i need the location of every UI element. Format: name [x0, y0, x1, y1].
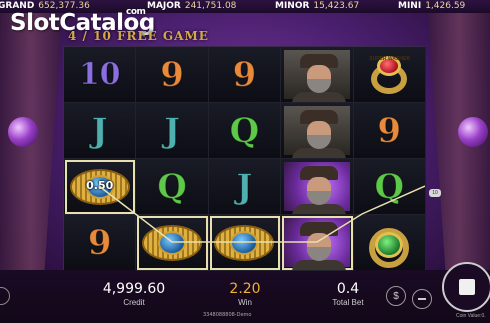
win-line-badge: 10: [429, 189, 441, 197]
reel-cell: [281, 159, 354, 215]
reel-cell: Q: [136, 159, 209, 215]
reel-cell: [281, 215, 354, 271]
reel-cell: [136, 215, 209, 271]
reel-cell: SUPER WASHER: [353, 47, 426, 103]
reel-cell: 9: [208, 47, 282, 103]
win-display: 2.20 Win: [229, 281, 261, 307]
right-pillar-decoration: [428, 12, 490, 287]
left-orb-decoration: [8, 117, 38, 147]
reel-cell: J: [208, 159, 282, 215]
ruby-ring-symbol: SUPER WASHER: [363, 52, 415, 98]
symbol-j: J: [91, 110, 108, 151]
reel-cell: [281, 103, 354, 159]
bracelet-coin-symbol: 0.50: [69, 168, 130, 205]
reel-grid: 10 9 9 SUPER WASHER J J Q 9 0.50 Q J Q 9: [63, 46, 426, 271]
reel-cell: 10: [64, 47, 137, 103]
symbol-q: Q: [374, 166, 405, 207]
jackpot-mini: MINI 1,426.59: [398, 1, 466, 11]
stop-icon: [459, 279, 475, 295]
reel-cell: Q: [353, 159, 426, 215]
minus-icon: [418, 298, 426, 300]
reel-cell: J: [64, 103, 137, 159]
reel-cell: 9: [136, 47, 209, 103]
emerald-ring-symbol: [363, 220, 415, 268]
decrease-bet-button[interactable]: [412, 289, 432, 309]
left-pillar-decoration: [0, 12, 62, 287]
symbol-9: 9: [87, 222, 112, 263]
coins-icon: $: [393, 290, 399, 302]
coin-value-text: 0.50: [86, 178, 114, 192]
coin-value-label: Coin Value:0.: [456, 313, 486, 319]
symbol-q: Q: [157, 166, 188, 207]
reel-cell: [281, 47, 354, 103]
jackpot-minor: MINOR 15,423.67: [275, 1, 360, 11]
symbol-9: 9: [232, 54, 257, 95]
symbol-q: Q: [229, 110, 260, 151]
symbol-j: J: [236, 166, 253, 207]
explorer-symbol: [284, 162, 350, 214]
credit-display: 4,999.60 Credit: [102, 281, 166, 307]
bracelet-coin-symbol: [214, 224, 275, 261]
reel-cell: 9: [353, 103, 426, 159]
explorer-symbol: [284, 50, 350, 102]
right-orb-decoration: [458, 117, 488, 147]
symbol-j: J: [164, 110, 181, 151]
symbol-9: 9: [377, 110, 402, 151]
symbol-9: 9: [160, 54, 185, 95]
jackpot-major: MAJOR 241,751.08: [147, 1, 237, 11]
total-bet-display: 0.4 Total Bet: [332, 281, 364, 307]
explorer-symbol: [284, 106, 350, 158]
reel-cell: [353, 215, 426, 271]
symbol-10: 10: [78, 56, 121, 92]
reel-cell: Q: [208, 103, 282, 159]
reel-cell: J: [136, 103, 209, 159]
ring-engraving: SUPER WASHER: [369, 55, 410, 62]
stop-spin-button[interactable]: [442, 262, 490, 312]
reel-cell: 0.50: [64, 159, 137, 215]
session-id: 3348088808-Demo: [203, 312, 252, 318]
explorer-symbol: [284, 218, 350, 270]
free-game-banner: 4 / 10 FREE GAME: [68, 29, 209, 43]
reel-cell: 9: [64, 215, 137, 271]
bracelet-coin-symbol: [142, 224, 203, 261]
reel-cell: [208, 215, 282, 271]
coin-value-button[interactable]: $: [386, 286, 406, 306]
